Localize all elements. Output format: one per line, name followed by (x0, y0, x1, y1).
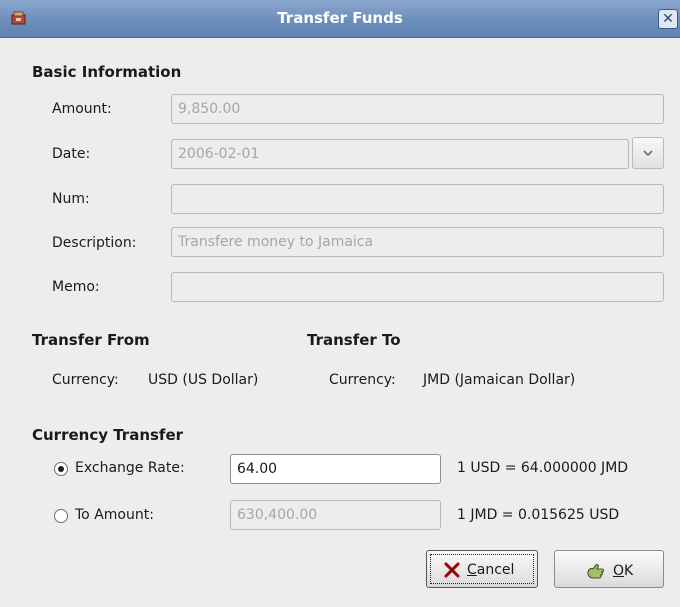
date-label: Date: (52, 146, 91, 162)
from-currency-label: Currency: (52, 372, 119, 388)
chevron-down-icon (643, 150, 653, 157)
to-amount-note: 1 JMD = 0.015625 USD (457, 507, 620, 523)
to-amount-radio[interactable] (54, 509, 68, 523)
basic-information-heading: Basic Information (32, 63, 182, 81)
from-currency-value: USD (US Dollar) (148, 372, 259, 388)
exchange-rate-label[interactable]: Exchange Rate: (75, 460, 185, 476)
date-dropdown-button[interactable] (632, 137, 664, 169)
date-field[interactable]: 2006-02-01 (171, 139, 629, 169)
to-currency-value: JMD (Jamaican Dollar) (423, 372, 576, 388)
to-amount-input[interactable]: 630,400.00 (230, 500, 441, 530)
memo-label: Memo: (52, 279, 100, 295)
ok-button[interactable]: OK (554, 550, 664, 588)
description-label: Description: (52, 235, 137, 251)
currency-transfer-heading: Currency Transfer (32, 426, 184, 444)
transfer-from-heading: Transfer From (32, 331, 150, 349)
exchange-rate-note: 1 USD = 64.000000 JMD (457, 460, 629, 476)
radio-selected-dot (58, 466, 64, 472)
title-bar[interactable]: Transfer Funds ✕ (0, 0, 680, 38)
close-icon[interactable]: ✕ (658, 9, 678, 29)
window-title: Transfer Funds (277, 9, 403, 27)
memo-field[interactable] (171, 272, 664, 302)
ok-hand-icon (587, 564, 605, 579)
transfer-to-heading: Transfer To (307, 331, 401, 349)
ok-label: OK (613, 563, 634, 579)
amount-field[interactable]: 9,850.00 (171, 94, 664, 124)
to-currency-label: Currency: (329, 372, 396, 388)
exchange-rate-radio[interactable] (54, 462, 68, 476)
cancel-label: Cancel (467, 562, 515, 578)
exchange-rate-input[interactable]: 64.00 (230, 454, 441, 484)
to-amount-label[interactable]: To Amount: (75, 507, 154, 523)
cancel-button[interactable]: Cancel (426, 550, 538, 588)
num-label: Num: (52, 191, 90, 207)
num-field[interactable] (171, 184, 664, 214)
description-field[interactable]: Transfere money to Jamaica (171, 227, 664, 257)
amount-label: Amount: (52, 101, 112, 117)
red-x-icon (444, 562, 460, 578)
